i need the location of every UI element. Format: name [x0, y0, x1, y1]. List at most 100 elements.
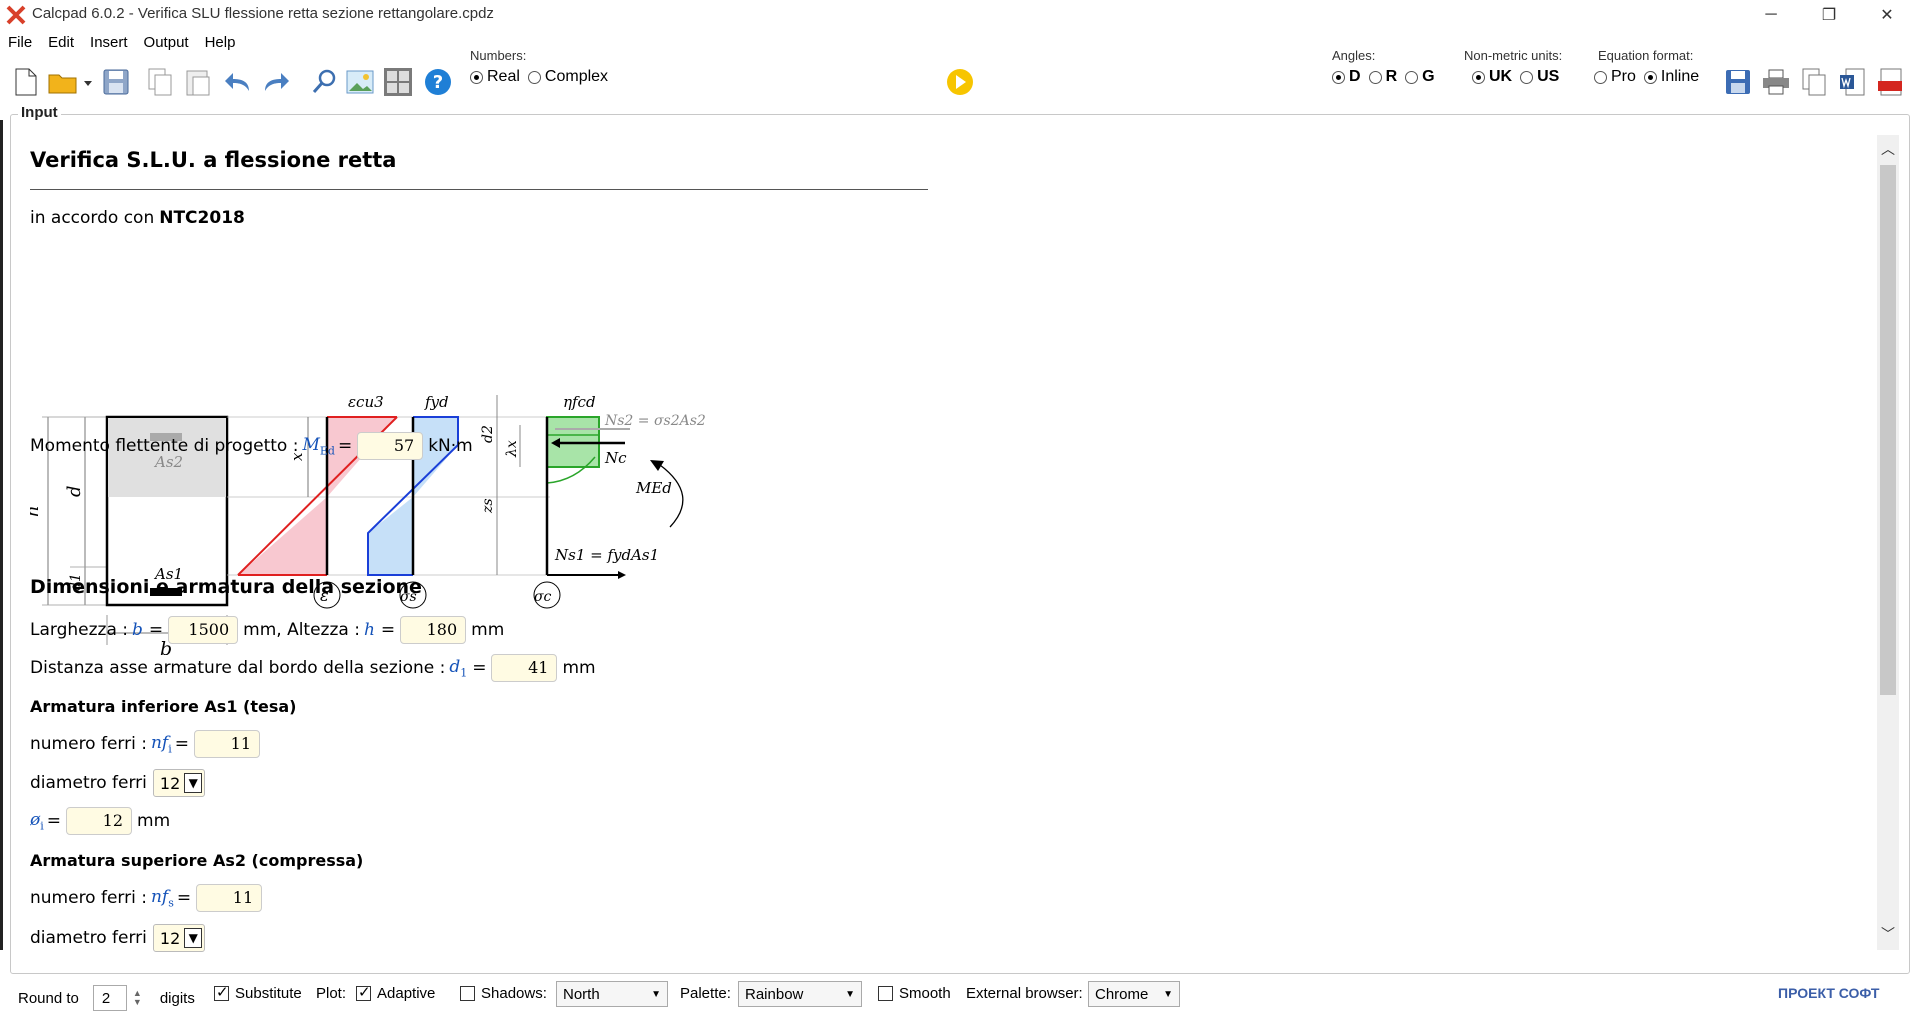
calculator-icon[interactable]	[382, 66, 414, 98]
menu-insert[interactable]: Insert	[82, 32, 136, 54]
menu-edit[interactable]: Edit	[40, 32, 82, 54]
lower-reinforcement-heading: Armatura inferiore As1 (tesa)	[30, 697, 297, 716]
toolbar: ? Numbers: Real Complex Angles: D R G No…	[0, 48, 1916, 106]
lower-diameter-row: diametro ferri 12 ▼	[30, 769, 206, 797]
med-label: MEd	[635, 479, 672, 497]
angles-rad-radio[interactable]: R	[1368, 68, 1397, 86]
upper-diameter-row: diametro ferri 12 ▼	[30, 924, 206, 952]
plot-label: Plot:	[316, 985, 347, 1002]
browser-label: External browser:	[966, 985, 1083, 1002]
menu-file[interactable]: File	[0, 32, 40, 54]
chevron-down-icon: ▼	[651, 988, 661, 1000]
shadows-check-icon	[460, 986, 475, 1001]
units-us-radio[interactable]: US	[1520, 68, 1559, 86]
input-panel-title: Input	[18, 104, 61, 121]
new-file-icon[interactable]	[10, 66, 42, 98]
palette-select[interactable]: Rainbow ▼	[738, 981, 862, 1007]
print-icon[interactable]	[1760, 66, 1792, 98]
numbers-label: Numbers:	[470, 48, 527, 63]
left-edge-marker	[0, 120, 3, 950]
save-icon[interactable]	[100, 66, 132, 98]
upper-diameter-select[interactable]: 12 ▼	[152, 924, 206, 952]
chevron-down-icon: ▼	[845, 988, 855, 1000]
adaptive-check-icon	[356, 983, 371, 1001]
phi-i-input[interactable]: 12	[66, 807, 133, 835]
phi-i-row: øi = 12 mm	[30, 807, 170, 835]
ns1-label: Ns1 = fydAs1	[554, 546, 659, 564]
save-output-icon[interactable]	[1722, 66, 1754, 98]
substitute-checkbox[interactable]: Substitute	[214, 983, 302, 1002]
doc-title: Verifica S.L.U. a flessione retta	[30, 148, 397, 172]
nfi-input[interactable]: 11	[194, 730, 260, 758]
d1-input[interactable]: 41	[491, 654, 558, 682]
status-bar: Round to 2 ▲▼ digits Substitute Plot: Ad…	[0, 978, 1916, 1012]
eqformat-label: Equation format:	[1598, 48, 1694, 63]
b-input[interactable]: 1500	[168, 616, 239, 644]
title-divider	[30, 189, 928, 190]
smooth-checkbox[interactable]: Smooth	[878, 985, 951, 1002]
lambda-x-label: λx	[504, 440, 520, 458]
run-calculate-icon[interactable]	[944, 66, 976, 98]
med-input[interactable]: 57	[357, 432, 424, 460]
shadows-direction-select[interactable]: North ▼	[556, 981, 668, 1007]
scroll-thumb[interactable]	[1880, 165, 1896, 695]
eqformat-inline-radio[interactable]: Inline	[1643, 68, 1699, 86]
eps-cu3-label: εcu3	[348, 393, 384, 411]
menu-bar: File Edit Insert Output Help	[0, 32, 243, 54]
scroll-down-icon[interactable]: ﹀	[1877, 924, 1899, 946]
lower-diameter-select[interactable]: 12 ▼	[152, 769, 206, 797]
numbers-real-radio[interactable]: Real	[470, 68, 520, 86]
menu-output[interactable]: Output	[136, 32, 197, 54]
document-content: Verifica S.L.U. a flessione retta in acc…	[30, 140, 1860, 960]
open-folder-icon[interactable]	[44, 66, 94, 98]
browser-select[interactable]: Chrome ▼	[1088, 981, 1180, 1007]
palette-label: Palette:	[680, 985, 731, 1002]
title-bar: Calcpad 6.0.2 - Verifica SLU flessione r…	[0, 0, 1916, 30]
paste-icon[interactable]	[182, 66, 214, 98]
eqformat-pro-radio[interactable]: Pro	[1594, 68, 1636, 86]
shadows-checkbox[interactable]: Shadows:	[460, 985, 547, 1002]
d2-label: d2	[480, 425, 496, 443]
angles-grad-radio[interactable]: G	[1405, 68, 1435, 86]
window-title: Calcpad 6.0.2 - Verifica SLU flessione r…	[32, 5, 494, 22]
upper-count-row: numero ferri : nfs = 11	[30, 884, 267, 912]
chevron-down-icon: ▼	[184, 773, 203, 793]
fyd-label: fyd	[424, 393, 449, 411]
copy-output-icon[interactable]	[1798, 66, 1830, 98]
copy-icon[interactable]	[144, 66, 176, 98]
angles-deg-radio[interactable]: D	[1332, 68, 1361, 86]
d-label: d	[64, 485, 85, 497]
brand-logo: ПРОЕКТ СОФТ	[1778, 985, 1880, 1001]
scroll-up-icon[interactable]: ︿	[1877, 139, 1899, 161]
vertical-scrollbar[interactable]: ︿ ﹀	[1877, 135, 1899, 950]
find-icon[interactable]	[308, 66, 340, 98]
section-heading: Dimensioni e armatura della sezione	[30, 576, 422, 598]
lower-count-row: numero ferri : nfi = 11	[30, 730, 265, 758]
spinner-arrows-icon[interactable]: ▲ ▼	[133, 989, 142, 1007]
eqformat-radio-group: Pro Inline	[1594, 68, 1699, 86]
minimize-button[interactable]: ─	[1748, 0, 1794, 30]
adaptive-checkbox[interactable]: Adaptive	[356, 983, 435, 1002]
round-digits-input[interactable]: 2	[92, 985, 127, 1011]
d1-row: Distanza asse armature dal bordo della s…	[30, 654, 596, 682]
restore-button[interactable]: ❐	[1806, 0, 1852, 30]
zs-label: zs	[480, 498, 496, 514]
chevron-down-icon: ▼	[184, 928, 203, 948]
nfs-input[interactable]: 11	[196, 884, 263, 912]
undo-icon[interactable]	[222, 66, 254, 98]
substitute-check-icon	[214, 983, 229, 1001]
redo-icon[interactable]	[260, 66, 292, 98]
pdf-export-icon[interactable]	[1874, 66, 1906, 98]
moment-row: Momento flettente di progetto : MEd = 57…	[30, 432, 473, 460]
word-export-icon[interactable]	[1836, 66, 1868, 98]
numbers-complex-radio[interactable]: Complex	[527, 68, 608, 86]
units-uk-radio[interactable]: UK	[1472, 68, 1512, 86]
help-icon[interactable]: ?	[422, 66, 454, 98]
chevron-down-icon: ▼	[1163, 988, 1173, 1000]
svg-text:?: ?	[433, 72, 443, 93]
image-icon[interactable]	[344, 66, 376, 98]
h-label: h	[30, 505, 43, 517]
h-input[interactable]: 180	[400, 616, 467, 644]
close-button[interactable]: ✕	[1864, 0, 1910, 30]
menu-help[interactable]: Help	[197, 32, 244, 54]
